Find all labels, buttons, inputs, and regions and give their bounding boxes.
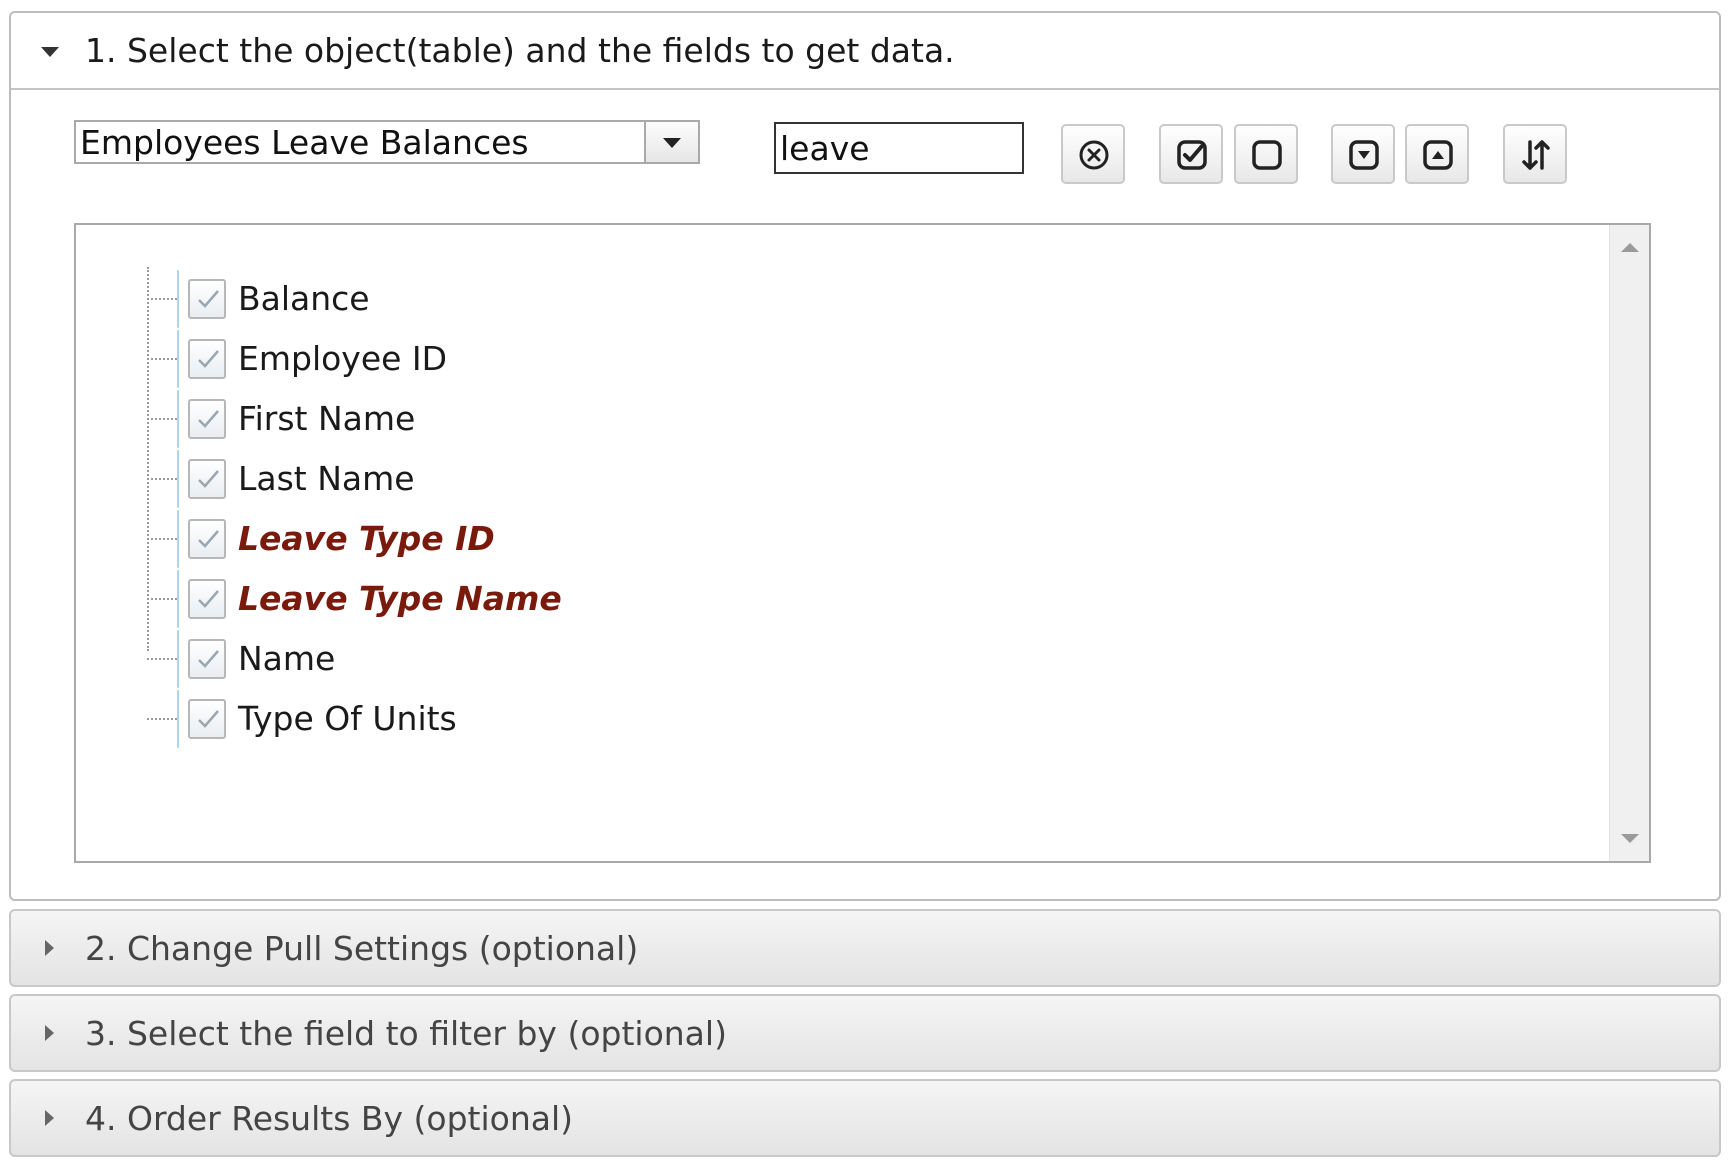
collapse-all-button[interactable] <box>1405 124 1469 184</box>
clear-search-button[interactable] <box>1061 124 1125 184</box>
checkmark-icon <box>198 710 219 728</box>
object-select[interactable]: Employees Leave Balances <box>74 120 700 164</box>
field-checkbox[interactable] <box>188 579 226 619</box>
scroll-down-arrow-icon[interactable] <box>1621 834 1639 843</box>
chevron-down-icon <box>663 138 681 148</box>
field-checkbox[interactable] <box>188 279 226 319</box>
caret-right-icon <box>45 940 54 956</box>
uncheck-all-button[interactable] <box>1234 124 1298 184</box>
tree-connector <box>147 267 149 651</box>
check-all-button[interactable] <box>1159 124 1223 184</box>
caret-right-icon <box>45 1025 54 1041</box>
section-pull-settings[interactable]: 2. Change Pull Settings (optional) <box>9 909 1721 987</box>
sort-button[interactable] <box>1503 124 1567 184</box>
field-label: Name <box>238 639 336 678</box>
section-1-header[interactable]: 1. Select the object(table) and the fiel… <box>11 13 1719 90</box>
checkmark-icon <box>198 530 219 548</box>
field-label: Employee ID <box>238 339 448 378</box>
field-label: First Name <box>238 399 416 438</box>
field-node[interactable]: Leave Type ID <box>177 510 495 568</box>
checkmark-icon <box>198 290 219 308</box>
object-select-value: Employees Leave Balances <box>80 123 529 162</box>
field-node[interactable]: Type Of Units <box>177 690 457 748</box>
field-label: Type Of Units <box>238 699 457 738</box>
check-square-icon <box>1177 140 1207 170</box>
checkmark-icon <box>198 350 219 368</box>
checkmark-icon <box>198 650 219 668</box>
section-1-title: 1. Select the object(table) and the fiel… <box>85 31 955 70</box>
object-select-dropdown-button[interactable] <box>644 122 698 162</box>
sort-arrows-icon <box>1522 140 1550 170</box>
square-icon <box>1252 140 1282 170</box>
field-checkbox[interactable] <box>188 339 226 379</box>
field-checkbox[interactable] <box>188 699 226 739</box>
key-field-label: Leave Type ID <box>238 519 495 558</box>
field-checkbox[interactable] <box>188 459 226 499</box>
section-filter-field[interactable]: 3. Select the field to filter by (option… <box>9 994 1721 1072</box>
section-order-results[interactable]: 4. Order Results By (optional) <box>9 1079 1721 1157</box>
field-node[interactable]: Leave Type Name <box>177 570 562 628</box>
checkmark-icon <box>198 410 219 428</box>
checkmark-icon <box>198 470 219 488</box>
field-node[interactable]: Balance <box>177 270 370 328</box>
caret-right-icon <box>45 1110 54 1126</box>
field-checkbox[interactable] <box>188 519 226 559</box>
field-label: Balance <box>238 279 370 318</box>
checkmark-icon <box>198 590 219 608</box>
caret-down-icon[interactable] <box>41 47 59 57</box>
field-tree[interactable]: Balance Employee ID First Name Last Name <box>74 223 1651 863</box>
field-label: Last Name <box>238 459 415 498</box>
field-node[interactable]: Employee ID <box>177 330 447 388</box>
expand-all-button[interactable] <box>1331 124 1395 184</box>
key-field-label: Leave Type Name <box>238 579 562 618</box>
section-4-title: 4. Order Results By (optional) <box>85 1099 574 1138</box>
section-3-title: 3. Select the field to filter by (option… <box>85 1014 727 1053</box>
scroll-up-arrow-icon[interactable] <box>1621 243 1639 252</box>
square-caret-down-icon <box>1349 140 1379 170</box>
circle-x-icon <box>1079 140 1109 170</box>
square-caret-up-icon <box>1423 140 1453 170</box>
field-node[interactable]: Name <box>177 630 335 688</box>
vertical-scrollbar[interactable] <box>1609 225 1649 861</box>
field-search-input[interactable] <box>774 122 1024 174</box>
section-2-title: 2. Change Pull Settings (optional) <box>85 929 639 968</box>
field-node[interactable]: Last Name <box>177 450 415 508</box>
field-checkbox[interactable] <box>188 639 226 679</box>
field-node[interactable]: First Name <box>177 390 415 448</box>
field-checkbox[interactable] <box>188 399 226 439</box>
